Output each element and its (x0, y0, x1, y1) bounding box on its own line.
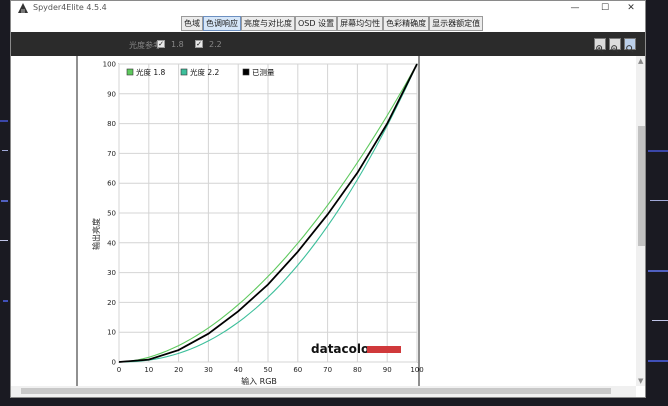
y-tick-label: 100 (103, 61, 116, 69)
x-tick-label: 50 (264, 366, 273, 374)
tab-osd-settings[interactable]: OSD 设置 (295, 16, 338, 31)
y-tick-label: 0 (112, 359, 116, 367)
toolbar: 光度参考: ✓ 1.8 ✓ 2.2 (11, 32, 645, 56)
tab-gamut[interactable]: 色域 (181, 16, 203, 31)
gamma-1-8-checkbox[interactable]: ✓ (157, 40, 165, 48)
legend-swatch-1 (126, 68, 134, 76)
tab-tone-response[interactable]: 色调响应 (203, 16, 241, 31)
y-tick-label: 50 (107, 210, 116, 218)
datacolor-logo-text: datacolor (311, 342, 375, 356)
legend-label-1: 光度 1.8 (136, 67, 166, 77)
gamma-1-8-label: 1.8 (171, 40, 184, 49)
x-tick-label: 100 (410, 366, 423, 374)
datacolor-logo-bar (367, 346, 401, 353)
tab-color-accuracy[interactable]: 色彩精确度 (383, 16, 430, 31)
x-tick-label: 20 (174, 366, 183, 374)
gamma-2-2-checkbox[interactable]: ✓ (195, 40, 203, 48)
x-tick-label: 90 (383, 366, 392, 374)
maximize-button[interactable]: ☐ (591, 1, 619, 15)
y-tick-label: 60 (107, 180, 116, 188)
horizontal-scroll-thumb[interactable] (21, 388, 611, 394)
tab-bar: 色域 色调响应 亮度与对比度 OSD 设置 屏幕均匀性 色彩精确度 显示器额定值 (181, 16, 484, 31)
zoom-fit-icon[interactable] (624, 38, 636, 53)
x-axis-label: 输入 RGB (241, 376, 277, 386)
x-tick-label: 80 (353, 366, 362, 374)
x-tick-label: 0 (117, 366, 121, 374)
tab-screen-uniformity[interactable]: 屏幕均匀性 (337, 16, 384, 31)
gamma-2-2-label: 2.2 (209, 40, 222, 49)
tone-response-chart: 0 10 20 30 40 50 60 70 80 90 100 0 10 20 30 40 50 60 70 80 9… (76, 56, 424, 386)
window-title: Spyder4Elite 4.5.4 (33, 3, 107, 12)
scroll-up-arrow[interactable]: ▲ (638, 56, 643, 66)
tab-brightness-contrast[interactable]: 亮度与对比度 (241, 16, 295, 31)
zoom-out-icon[interactable] (609, 38, 621, 53)
tab-display-rating[interactable]: 显示器额定值 (429, 16, 484, 31)
minimize-button[interactable]: — (561, 1, 589, 15)
title-bar: Spyder4Elite 4.5.4 — ☐ ✕ (11, 1, 645, 15)
legend-label-3: 已测量 (252, 68, 275, 77)
y-tick-label: 20 (107, 299, 116, 307)
close-button[interactable]: ✕ (617, 1, 645, 15)
vertical-scrollbar[interactable]: ▲ ▼ (636, 56, 645, 386)
x-tick-label: 30 (204, 366, 213, 374)
zoom-in-icon[interactable] (594, 38, 606, 53)
vertical-scroll-thumb[interactable] (638, 126, 645, 246)
chart-area: 0 10 20 30 40 50 60 70 80 90 100 0 10 20 30 40 50 60 70 80 9… (11, 56, 636, 386)
horizontal-scrollbar[interactable] (11, 386, 636, 397)
x-tick-label: 60 (293, 366, 302, 374)
y-tick-label: 30 (107, 269, 116, 277)
legend-swatch-2 (180, 68, 188, 76)
x-tick-label: 70 (323, 366, 332, 374)
app-window: Spyder4Elite 4.5.4 — ☐ ✕ 色域 色调响应 亮度与对比度 … (10, 0, 646, 398)
y-tick-label: 40 (107, 239, 116, 247)
y-tick-label: 90 (107, 90, 116, 98)
y-tick-label: 10 (107, 329, 116, 337)
y-tick-label: 70 (107, 150, 116, 158)
y-tick-label: 80 (107, 120, 116, 128)
x-tick-label: 10 (144, 366, 153, 374)
legend-label-2: 光度 2.2 (190, 67, 220, 77)
x-tick-label: 40 (234, 366, 243, 374)
spyder-app-icon (18, 3, 28, 13)
scroll-down-arrow[interactable]: ▼ (638, 376, 643, 386)
y-axis-label: 输出亮度 (91, 218, 101, 250)
legend-swatch-3 (242, 68, 250, 76)
